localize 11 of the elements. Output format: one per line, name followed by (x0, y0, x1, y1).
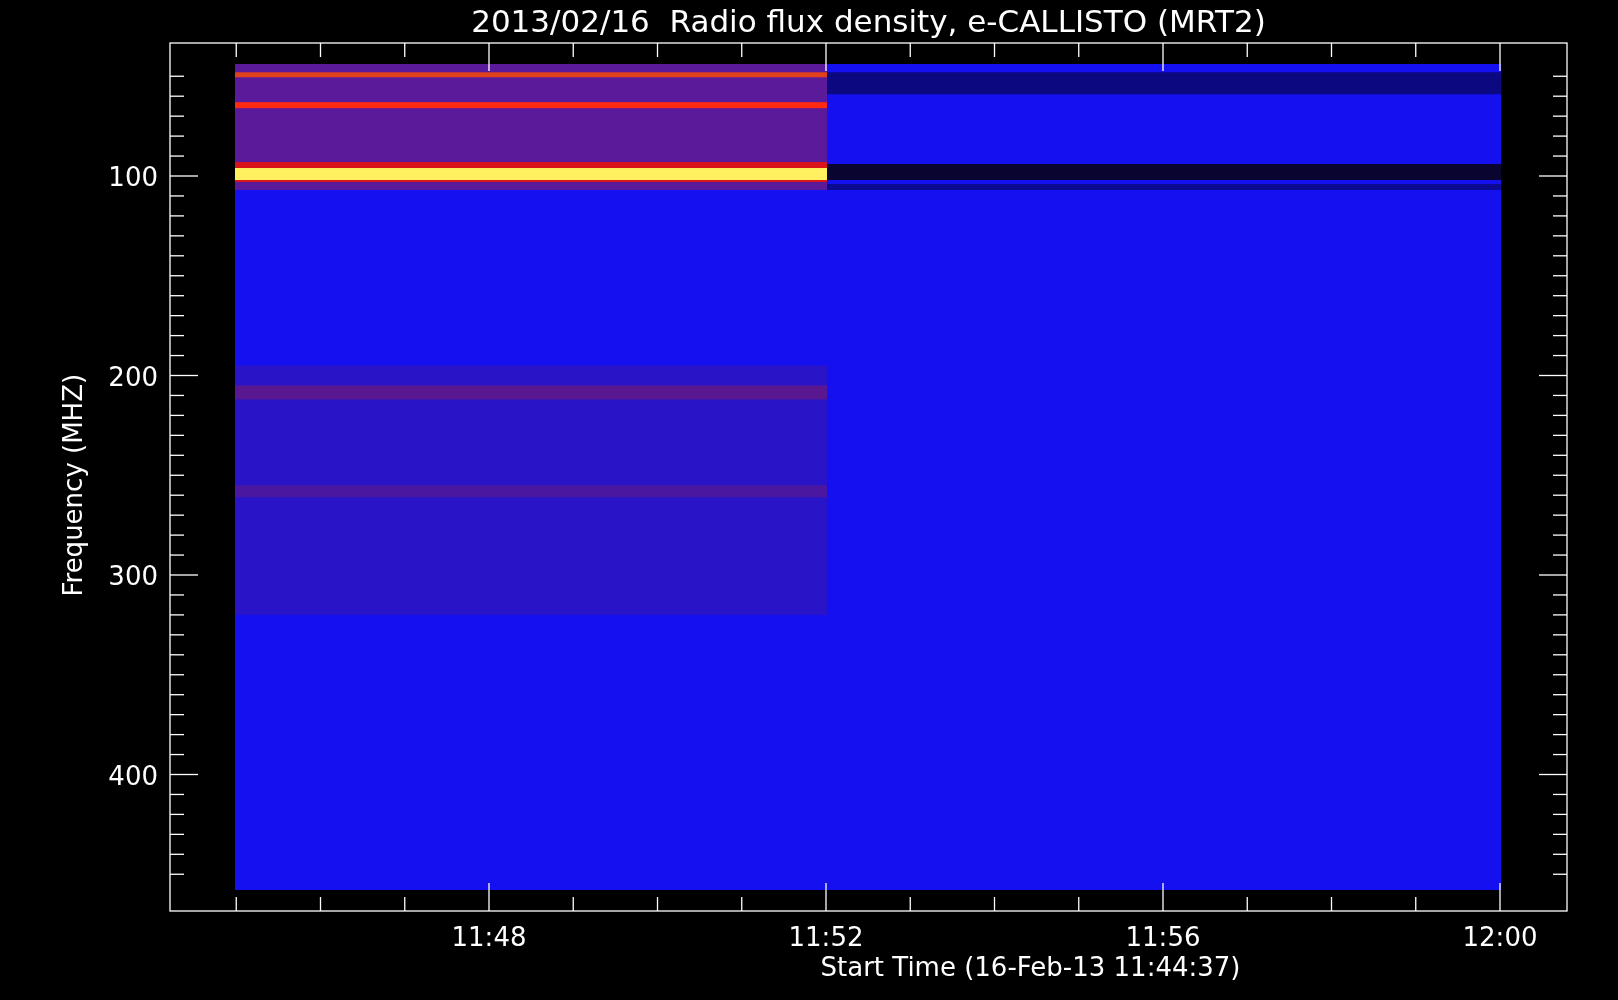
axis-label: Frequency (MHZ) (58, 373, 88, 597)
axis-label: Start Time (16-Feb-13 11:44:37) (820, 952, 1241, 982)
chart-title: 2013/02/16 Radio flux density, e-CALLISTO (MRT2) (471, 3, 1266, 39)
tick-label: 12:00 (1462, 922, 1538, 952)
tick-label: 11:48 (451, 922, 527, 952)
tick-label: 300 (108, 561, 158, 591)
tick-label: 200 (108, 361, 158, 392)
tick-label: 11:56 (1125, 922, 1201, 952)
tick-label: 11:52 (788, 922, 864, 952)
tick-label: 400 (108, 760, 158, 791)
tick-label: 100 (108, 162, 158, 192)
